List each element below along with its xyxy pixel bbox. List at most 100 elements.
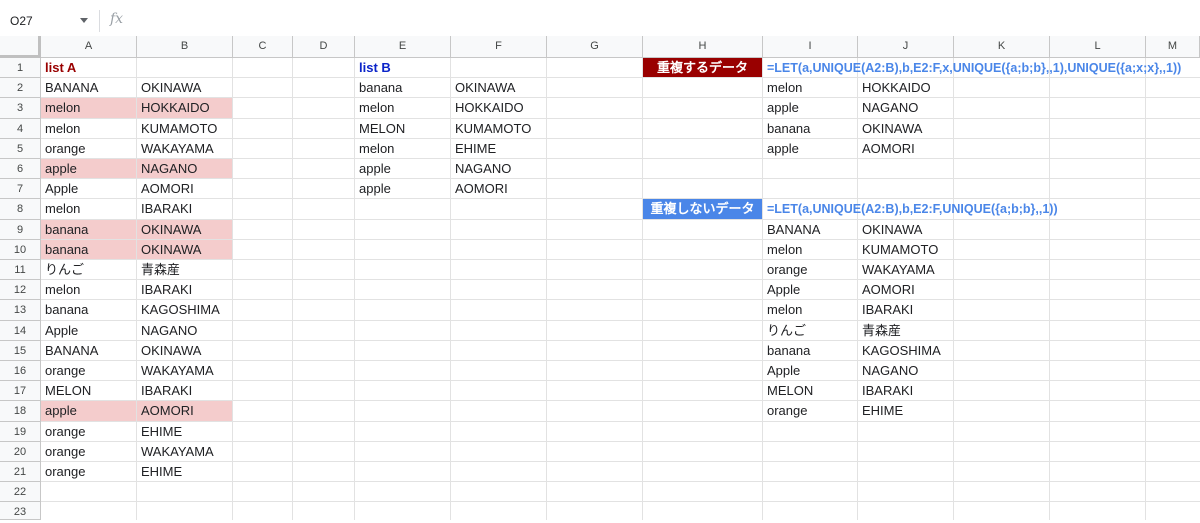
list-a-cell[interactable]: IBARAKI (137, 280, 232, 299)
column-header-a[interactable]: A (41, 36, 137, 58)
list-a-cell[interactable]: KUMAMOTO (137, 119, 232, 138)
list-a-cell[interactable]: OKINAWA (137, 239, 232, 259)
duplicate-result-cell[interactable]: NAGANO (858, 98, 953, 117)
column-header-j[interactable]: J (858, 36, 954, 58)
row-header-4[interactable]: 4 (0, 118, 41, 139)
list-b-cell[interactable]: AOMORI (451, 179, 546, 198)
list-b-cell[interactable]: MELON (355, 119, 450, 138)
list-b-cell[interactable]: NAGANO (451, 159, 546, 178)
row-header-16[interactable]: 16 (0, 361, 41, 382)
non-duplicate-result-cell[interactable]: Apple (763, 280, 857, 299)
list-a-cell[interactable]: orange (41, 442, 136, 461)
column-header-i[interactable]: I (763, 36, 858, 58)
row-header-6[interactable]: 6 (0, 159, 41, 180)
list-b-cell[interactable]: apple (355, 159, 450, 178)
chevron-down-icon[interactable] (80, 18, 88, 23)
non-duplicate-result-cell[interactable]: AOMORI (858, 280, 953, 299)
duplicate-result-cell[interactable]: HOKKAIDO (858, 78, 953, 97)
column-header-b[interactable]: B (137, 36, 233, 58)
list-a-cell[interactable]: OKINAWA (137, 219, 232, 239)
non-duplicate-result-cell[interactable]: EHIME (858, 401, 953, 420)
list-a-cell[interactable]: melon (41, 98, 136, 118)
non-duplicate-result-cell[interactable]: OKINAWA (858, 220, 953, 239)
list-a-cell[interactable]: banana (41, 219, 136, 239)
list-a-cell[interactable]: KAGOSHIMA (137, 300, 232, 319)
non-duplicate-result-cell[interactable]: KUMAMOTO (858, 240, 953, 259)
row-header-21[interactable]: 21 (0, 462, 41, 483)
list-a-cell[interactable]: EHIME (137, 462, 232, 481)
duplicate-formula-cell[interactable]: =LET(a,UNIQUE(A2:B),b,E2:F,x,UNIQUE({a;b… (763, 58, 1181, 77)
list-a-cell[interactable]: Apple (41, 179, 136, 198)
column-header-e[interactable]: E (355, 36, 451, 58)
row-header-3[interactable]: 3 (0, 98, 41, 119)
non-duplicate-result-cell[interactable]: 青森産 (858, 321, 953, 340)
row-header-12[interactable]: 12 (0, 280, 41, 301)
list-b-cell[interactable]: melon (355, 98, 450, 117)
row-header-9[interactable]: 9 (0, 219, 41, 240)
non-duplicate-result-cell[interactable]: banana (763, 341, 857, 360)
row-header-2[interactable]: 2 (0, 78, 41, 99)
list-a-cell[interactable]: IBARAKI (137, 199, 232, 218)
non-duplicate-result-cell[interactable]: melon (763, 240, 857, 259)
formula-input[interactable] (135, 10, 1185, 32)
column-header-l[interactable]: L (1050, 36, 1146, 58)
non-duplicate-result-cell[interactable]: りんご (763, 321, 857, 340)
non-duplicate-result-cell[interactable]: MELON (763, 381, 857, 400)
non-duplicate-result-cell[interactable]: WAKAYAMA (858, 260, 953, 279)
list-a-cell[interactable]: MELON (41, 381, 136, 400)
list-b-cell[interactable]: banana (355, 78, 450, 97)
list-a-cell[interactable]: BANANA (41, 341, 136, 360)
non-duplicate-result-cell[interactable]: melon (763, 300, 857, 319)
non-duplicate-data-label[interactable]: 重複しないデータ (643, 199, 762, 219)
list-b-cell[interactable]: apple (355, 179, 450, 198)
duplicate-result-cell[interactable]: OKINAWA (858, 119, 953, 138)
column-header-k[interactable]: K (954, 36, 1050, 58)
list-a-cell[interactable]: WAKAYAMA (137, 139, 232, 158)
column-header-h[interactable]: H (643, 36, 763, 58)
row-header-5[interactable]: 5 (0, 138, 41, 159)
non-duplicate-result-cell[interactable]: NAGANO (858, 361, 953, 380)
non-duplicate-result-cell[interactable]: IBARAKI (858, 300, 953, 319)
list-a-cell[interactable]: IBARAKI (137, 381, 232, 400)
non-duplicate-formula-cell[interactable]: =LET(a,UNIQUE(A2:B),b,E2:F,UNIQUE({a;b;b… (763, 199, 1058, 218)
list-a-cell[interactable]: Apple (41, 321, 136, 340)
list-a-cell[interactable]: banana (41, 300, 136, 319)
row-header-15[interactable]: 15 (0, 340, 41, 361)
column-header-m[interactable]: M (1146, 36, 1200, 58)
row-header-19[interactable]: 19 (0, 421, 41, 442)
column-header-g[interactable]: G (547, 36, 643, 58)
list-a-cell[interactable]: orange (41, 361, 136, 380)
list-a-cell[interactable]: AOMORI (137, 179, 232, 198)
non-duplicate-result-cell[interactable]: KAGOSHIMA (858, 341, 953, 360)
column-header-c[interactable]: C (233, 36, 293, 58)
list-a-cell[interactable]: orange (41, 139, 136, 158)
row-header-7[interactable]: 7 (0, 179, 41, 200)
duplicate-result-cell[interactable]: apple (763, 98, 857, 117)
non-duplicate-result-cell[interactable]: BANANA (763, 220, 857, 239)
column-header-f[interactable]: F (451, 36, 547, 58)
duplicate-result-cell[interactable]: AOMORI (858, 139, 953, 158)
list-b-cell[interactable]: OKINAWA (451, 78, 546, 97)
list-a-cell[interactable]: WAKAYAMA (137, 361, 232, 380)
row-header-1[interactable]: 1 (0, 58, 41, 79)
row-header-8[interactable]: 8 (0, 199, 41, 220)
duplicate-result-cell[interactable]: melon (763, 78, 857, 97)
list-a-cell[interactable]: NAGANO (137, 159, 232, 179)
row-header-22[interactable]: 22 (0, 482, 41, 503)
list-a-cell[interactable]: 青森産 (137, 260, 232, 279)
list-a-cell[interactable]: EHIME (137, 422, 232, 441)
list-a-cell[interactable]: melon (41, 119, 136, 138)
duplicate-data-label[interactable]: 重複するデータ (643, 58, 762, 78)
list-b-cell[interactable]: EHIME (451, 139, 546, 158)
list-a-cell[interactable]: orange (41, 422, 136, 441)
list-a-cell[interactable]: HOKKAIDO (137, 98, 232, 118)
non-duplicate-result-cell[interactable]: orange (763, 260, 857, 279)
list-a-cell[interactable]: apple (41, 159, 136, 179)
duplicate-result-cell[interactable]: banana (763, 119, 857, 138)
row-header-20[interactable]: 20 (0, 441, 41, 462)
list-a-cell[interactable]: OKINAWA (137, 78, 232, 97)
list-a-cell[interactable]: NAGANO (137, 321, 232, 340)
non-duplicate-result-cell[interactable]: Apple (763, 361, 857, 380)
list-a-cell[interactable]: melon (41, 280, 136, 299)
list-a-cell[interactable]: WAKAYAMA (137, 442, 232, 461)
